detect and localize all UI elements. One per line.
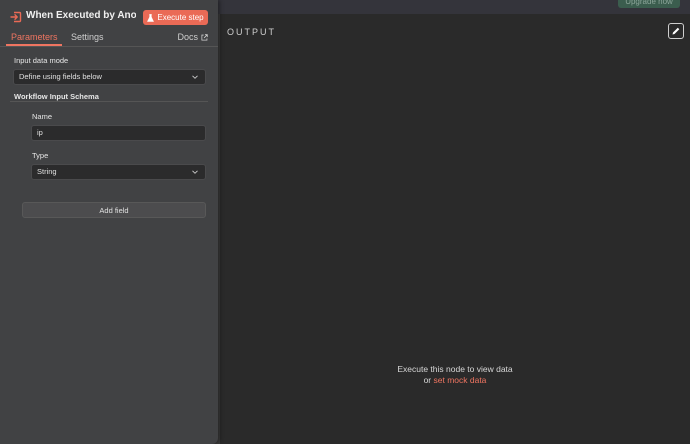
input-data-mode-select[interactable]: Define using fields below: [13, 69, 206, 85]
type-select[interactable]: String: [31, 164, 206, 180]
sign-in-icon: [10, 11, 22, 23]
docs-label: Docs: [177, 32, 198, 42]
external-link-icon: [201, 33, 208, 41]
chevron-down-icon: [192, 170, 198, 174]
tab-parameters[interactable]: Parameters: [11, 32, 58, 42]
chevron-down-icon: [192, 75, 198, 79]
input-data-mode-value: Define using fields below: [19, 72, 102, 81]
node-parameters-panel: When Executed by Ano... Execute step Par…: [0, 0, 218, 444]
panel-header: When Executed by Ano... Execute step: [0, 0, 218, 32]
empty-message-line1: Execute this node to view data: [397, 364, 513, 374]
active-tab-indicator: [6, 44, 62, 46]
schema-divider: [10, 101, 208, 102]
name-label: Name: [32, 112, 53, 121]
empty-message-prefix: or: [423, 375, 432, 385]
node-title[interactable]: When Executed by Ano...: [26, 10, 136, 24]
flask-icon: [147, 13, 155, 22]
name-input-value: ip: [37, 128, 43, 137]
name-input[interactable]: ip: [31, 125, 206, 141]
panel-tabs: Parameters Settings Docs: [0, 31, 218, 47]
workflow-input-schema-heading: Workflow Input Schema: [14, 92, 99, 101]
execute-step-label: Execute step: [157, 13, 204, 22]
output-empty-message: Execute this node to view data or set mo…: [380, 364, 530, 386]
type-select-value: String: [37, 167, 57, 176]
edit-output-button[interactable]: [668, 23, 684, 39]
pencil-icon: [672, 27, 680, 35]
empty-message-line2: or set mock data: [380, 375, 530, 386]
docs-link[interactable]: Docs: [177, 32, 208, 42]
tab-settings[interactable]: Settings: [71, 32, 104, 42]
execute-step-button[interactable]: Execute step: [143, 10, 208, 25]
type-label: Type: [32, 151, 49, 160]
input-data-mode-label: Input data mode: [14, 56, 69, 65]
add-field-button[interactable]: Add field: [22, 202, 206, 218]
set-mock-data-link[interactable]: set mock data: [434, 375, 487, 385]
output-title: OUTPUT: [227, 27, 276, 37]
upgrade-button[interactable]: Upgrade now: [618, 0, 680, 8]
